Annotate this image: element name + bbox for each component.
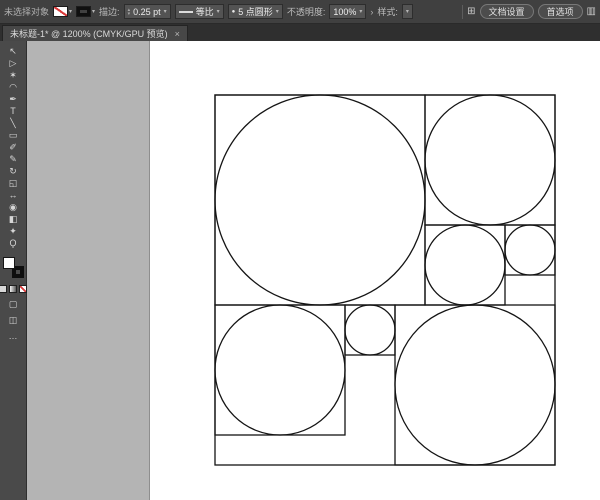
inscribed-circle-4[interactable]: [215, 305, 345, 435]
shape-builder-tool[interactable]: ◉: [3, 201, 23, 213]
zoom-tool[interactable]: Ϙ: [3, 237, 23, 249]
chevron-down-icon[interactable]: ▾: [69, 9, 72, 15]
fill-stroke-indicator[interactable]: [3, 257, 24, 278]
screen-mode-icon[interactable]: ◫: [9, 315, 18, 325]
fill-indicator[interactable]: [3, 257, 15, 269]
document-tab-title: 未标题-1* @ 1200% (CMYK/GPU 预览): [10, 27, 168, 40]
opacity-value[interactable]: 100%: [333, 7, 356, 17]
type-tool[interactable]: T: [3, 105, 23, 117]
inscribed-circle-2[interactable]: [425, 225, 505, 305]
paintbrush-tool[interactable]: ✐: [3, 141, 23, 153]
lasso-tool[interactable]: ◠: [3, 81, 23, 93]
outer-rect[interactable]: [215, 95, 555, 465]
fibonacci-square-6[interactable]: [395, 305, 555, 465]
rotate-tool[interactable]: ↻: [3, 165, 23, 177]
fibonacci-square-1[interactable]: [425, 95, 555, 225]
width-tool[interactable]: ↔: [3, 189, 23, 201]
style-label: 样式:: [377, 5, 398, 18]
width-profile-dropdown[interactable]: 等比 ▾: [175, 4, 224, 19]
document-tab[interactable]: 未标题-1* @ 1200% (CMYK/GPU 预览) ×: [2, 25, 188, 41]
chevron-down-icon[interactable]: ▾: [92, 9, 95, 15]
more-tools-icon[interactable]: …: [9, 331, 18, 341]
fibonacci-square-0[interactable]: [215, 95, 425, 305]
gradient-tool[interactable]: ◧: [3, 213, 23, 225]
inscribed-circle-1[interactable]: [425, 95, 555, 225]
draw-mode-icon[interactable]: ▢: [9, 299, 18, 309]
chevron-down-icon[interactable]: ▾: [359, 9, 362, 15]
stepper-arrows-icon[interactable]: ▴▾: [128, 8, 131, 16]
artwork-svg[interactable]: [150, 41, 600, 500]
document-setup-button[interactable]: 文档设置: [480, 4, 534, 19]
gradient-button[interactable]: [9, 285, 17, 293]
chevron-down-icon[interactable]: ▾: [406, 9, 409, 15]
magic-wand-tool[interactable]: ✶: [3, 69, 23, 81]
chevron-down-icon[interactable]: ▾: [217, 9, 220, 15]
inscribed-circle-0[interactable]: [215, 95, 425, 305]
line-segment-tool[interactable]: ╲: [3, 117, 23, 129]
stroke-label: 描边:: [99, 5, 120, 18]
arrange-documents-icon[interactable]: ▥: [587, 6, 596, 17]
opacity-field[interactable]: 100% ▾: [329, 4, 366, 19]
width-profile-preview-icon: [179, 11, 193, 13]
control-bar: 未选择对象 ▾ ▾ 描边: ▴▾ 0.25 pt ▾ 等比 ▾ ● 5 点圆形 …: [0, 0, 600, 24]
style-dropdown[interactable]: ▾: [402, 4, 413, 19]
selection-tool[interactable]: ↖: [3, 45, 23, 57]
color-type-buttons: [0, 285, 27, 293]
artboard[interactable]: [150, 41, 600, 500]
separator: [462, 5, 463, 19]
scale-tool[interactable]: ◱: [3, 177, 23, 189]
control-bar-right-group: ⊞ 文档设置 首选项 ▥: [462, 4, 596, 19]
tools-panel: ↖▷✶◠✒T╲▭✐✎↻◱↔◉◧✦Ϙ ▢ ◫ …: [0, 41, 27, 500]
fill-color-swatch[interactable]: [53, 6, 68, 17]
tool-list: ↖▷✶◠✒T╲▭✐✎↻◱↔◉◧✦Ϙ: [3, 45, 23, 249]
brush-preview-icon: ●: [232, 9, 236, 15]
tab-close-icon[interactable]: ×: [175, 29, 180, 39]
width-profile-value: 等比: [196, 5, 214, 18]
eyedropper-tool[interactable]: ✦: [3, 225, 23, 237]
stroke-color-control[interactable]: ▾: [76, 6, 95, 17]
inscribed-circle-5[interactable]: [345, 305, 395, 355]
stroke-color-swatch[interactable]: [76, 6, 91, 17]
chevron-down-icon[interactable]: ▾: [276, 9, 279, 15]
opacity-label: 不透明度:: [287, 5, 326, 18]
chevron-down-icon[interactable]: ▾: [164, 9, 167, 15]
selection-status: 未选择对象: [4, 5, 49, 18]
rectangle-tool[interactable]: ▭: [3, 129, 23, 141]
fill-color-control[interactable]: ▾: [53, 6, 72, 17]
color-button[interactable]: [0, 285, 7, 293]
preferences-button[interactable]: 首选项: [538, 4, 583, 19]
brush-value: 5 点圆形: [238, 5, 273, 18]
brush-definition-dropdown[interactable]: ● 5 点圆形 ▾: [228, 4, 283, 19]
fibonacci-square-4[interactable]: [215, 305, 345, 435]
document-tab-bar: 未标题-1* @ 1200% (CMYK/GPU 预览) ×: [0, 24, 600, 41]
opacity-options-chevron-icon[interactable]: ›: [370, 7, 373, 17]
pen-tool[interactable]: ✒: [3, 93, 23, 105]
inscribed-circle-3[interactable]: [505, 225, 555, 275]
none-button[interactable]: [19, 285, 27, 293]
pencil-tool[interactable]: ✎: [3, 153, 23, 165]
direct-selection-tool[interactable]: ▷: [3, 57, 23, 69]
align-icon[interactable]: ⊞: [467, 6, 475, 17]
stroke-weight-value[interactable]: 0.25 pt: [133, 7, 161, 17]
inscribed-circle-6[interactable]: [395, 305, 555, 465]
stroke-weight-field[interactable]: ▴▾ 0.25 pt ▾: [124, 4, 171, 19]
canvas[interactable]: [27, 41, 600, 500]
